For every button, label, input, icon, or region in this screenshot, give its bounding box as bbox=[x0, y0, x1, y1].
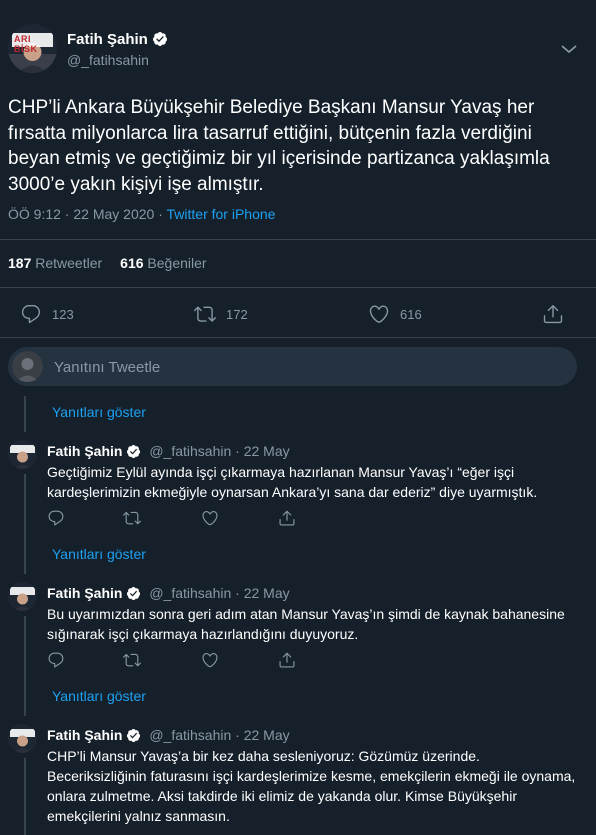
reply-avatar[interactable] bbox=[8, 582, 37, 611]
reply-handle-date: @_fatihsahin · 22 May bbox=[149, 585, 290, 601]
thread-line bbox=[24, 758, 26, 835]
reply-author-name[interactable]: Fatih Şahin bbox=[47, 443, 122, 459]
likes-label: Beğeniler bbox=[147, 255, 207, 271]
retweets-label: Retweetler bbox=[35, 255, 103, 271]
retweets-count: 187 bbox=[8, 255, 32, 271]
show-replies-link[interactable]: Yanıtları göster bbox=[52, 404, 146, 420]
divider bbox=[0, 287, 596, 288]
reply-header: Fatih Şahin @_fatihsahin · 22 May bbox=[47, 727, 290, 743]
retweet-icon bbox=[194, 306, 216, 322]
avatar-logo-text: ARI BİSK bbox=[14, 34, 38, 54]
chevron-down-icon[interactable] bbox=[560, 42, 578, 56]
verified-badge-icon bbox=[127, 728, 141, 743]
retweet-icon bbox=[123, 511, 141, 525]
reply-header: Fatih Şahin @_fatihsahin · 22 May bbox=[47, 585, 290, 601]
reply-header: Fatih Şahin @_fatihsahin · 22 May bbox=[47, 443, 290, 459]
verified-badge-icon bbox=[152, 32, 167, 46]
like-button[interactable] bbox=[201, 509, 219, 527]
thread-line bbox=[24, 396, 26, 432]
tweet-timestamp[interactable]: ÖÖ 9:12 · 22 May 2020 · bbox=[8, 206, 167, 222]
author-avatar[interactable]: ARI BİSK bbox=[8, 24, 57, 73]
reply-compose-box[interactable]: Yanıtını Tweetle bbox=[8, 347, 577, 386]
retweet-button[interactable]: 172 bbox=[194, 303, 248, 325]
thread-line bbox=[24, 616, 26, 716]
heart-icon bbox=[202, 511, 218, 526]
retweet-button[interactable] bbox=[123, 651, 141, 669]
retweet-count: 172 bbox=[226, 306, 248, 322]
share-button[interactable] bbox=[278, 509, 296, 527]
reply-handle-date: @_fatihsahin · 22 May bbox=[149, 727, 290, 743]
show-replies-link[interactable]: Yanıtları göster bbox=[52, 688, 146, 704]
reply-icon bbox=[48, 652, 64, 668]
reply-text: Bu uyarımızdan sonra geri adım atan Mans… bbox=[47, 606, 565, 642]
likes-count: 616 bbox=[120, 255, 144, 271]
likes-stat[interactable]: 616 Beğeniler bbox=[120, 255, 206, 271]
author-name[interactable]: Fatih Şahin bbox=[67, 31, 168, 48]
reply-button[interactable] bbox=[47, 651, 65, 669]
reply-placeholder: Yanıtını Tweetle bbox=[54, 359, 161, 376]
tweet-meta: ÖÖ 9:12 · 22 May 2020 · Twitter for iPho… bbox=[8, 206, 275, 222]
reply-text: Geçtiğimiz Eylül ayında işçi çıkarmaya h… bbox=[47, 464, 538, 500]
like-count: 616 bbox=[400, 306, 422, 322]
verified-badge-icon bbox=[127, 444, 141, 459]
tweet-text: CHP’li Ankara Büyükşehir Belediye Başkan… bbox=[8, 97, 550, 195]
retweet-button[interactable] bbox=[123, 509, 141, 527]
reply-text: CHP’li Mansur Yavaş’a bir kez daha sesle… bbox=[47, 748, 576, 824]
reply-icon bbox=[48, 510, 64, 526]
user-avatar bbox=[12, 351, 43, 382]
reply-handle-date: @_fatihsahin · 22 May bbox=[149, 443, 290, 459]
reply-author-name[interactable]: Fatih Şahin bbox=[47, 585, 122, 601]
divider bbox=[0, 337, 596, 338]
show-replies-link[interactable]: Yanıtları göster bbox=[52, 546, 146, 562]
tweet-source-link[interactable]: Twitter for iPhone bbox=[167, 206, 276, 222]
reply-author-name[interactable]: Fatih Şahin bbox=[47, 727, 122, 743]
retweet-icon bbox=[123, 653, 141, 667]
reply-avatar[interactable] bbox=[8, 440, 37, 469]
share-button[interactable] bbox=[278, 651, 296, 669]
reply-icon bbox=[21, 305, 41, 324]
reply-button[interactable]: 123 bbox=[20, 303, 74, 325]
share-icon bbox=[279, 652, 295, 668]
author-name-text: Fatih Şahin bbox=[67, 31, 148, 48]
reply-count: 123 bbox=[52, 306, 74, 322]
author-handle[interactable]: @_fatihsahin bbox=[67, 52, 149, 68]
heart-icon bbox=[369, 305, 389, 323]
reply-button[interactable] bbox=[47, 509, 65, 527]
retweets-stat[interactable]: 187 Retweetler bbox=[8, 255, 102, 271]
like-button[interactable]: 616 bbox=[368, 303, 422, 325]
share-icon bbox=[543, 305, 563, 324]
like-button[interactable] bbox=[201, 651, 219, 669]
thread-line bbox=[24, 474, 26, 574]
tweet-stats: 187 Retweetler 616 Beğeniler bbox=[8, 255, 207, 271]
divider bbox=[0, 239, 596, 240]
heart-icon bbox=[202, 653, 218, 668]
share-icon bbox=[279, 510, 295, 526]
verified-badge-icon bbox=[127, 586, 141, 601]
reply-avatar[interactable] bbox=[8, 724, 37, 753]
share-button[interactable] bbox=[542, 303, 564, 325]
